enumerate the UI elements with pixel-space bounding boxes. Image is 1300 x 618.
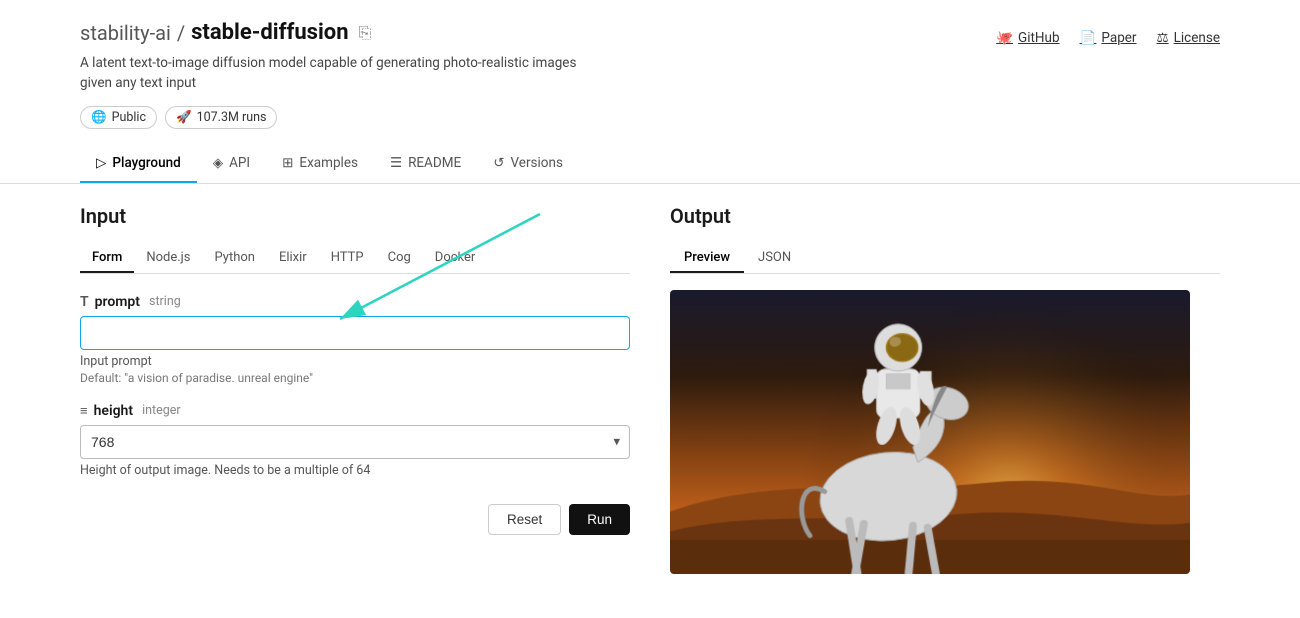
paper-icon: 📄 — [1080, 30, 1097, 46]
github-link[interactable]: 🐙 GitHub — [996, 30, 1059, 46]
output-tab-preview[interactable]: Preview — [670, 244, 744, 273]
versions-icon: ↺ — [493, 155, 504, 171]
runs-icon: 🚀 — [176, 110, 192, 125]
output-tabs: Preview JSON — [670, 244, 1220, 274]
prompt-field-type: string — [149, 294, 181, 309]
github-icon: 🐙 — [996, 30, 1013, 46]
code-tabs: Form Node.js Python Elixir HTTP Cog Dock… — [80, 244, 630, 274]
repo-slash: / — [177, 21, 185, 45]
output-title: Output — [670, 204, 1220, 228]
tab-api[interactable]: ◈ API — [197, 145, 266, 183]
tab-readme[interactable]: ☰ README — [374, 145, 477, 183]
code-tab-docker[interactable]: Docker — [423, 244, 488, 273]
code-tab-cog[interactable]: Cog — [376, 244, 423, 273]
license-link[interactable]: ⚖ License — [1157, 30, 1220, 46]
badge-public-label: Public — [112, 110, 146, 125]
examples-icon: ⊞ — [282, 155, 293, 171]
height-select[interactable]: 512 640 704 768 832 896 960 1024 — [80, 425, 630, 459]
code-tab-nodejs[interactable]: Node.js — [134, 244, 202, 273]
main-content: Input Form Node.js Python Elixir HTTP Co… — [0, 204, 1300, 575]
tab-examples[interactable]: ⊞ Examples — [266, 145, 374, 183]
playground-icon: ▷ — [96, 155, 106, 171]
repo-org: stability-ai — [80, 21, 171, 45]
height-field: ≡ height integer 512 640 704 768 832 896… — [80, 403, 630, 478]
height-type-icon: ≡ — [80, 403, 88, 419]
height-select-wrapper: 512 640 704 768 832 896 960 1024 ▾ — [80, 425, 630, 459]
header-links: 🐙 GitHub 📄 Paper ⚖ License — [996, 30, 1220, 46]
public-icon: 🌐 — [91, 110, 107, 125]
prompt-field-name: prompt — [95, 294, 140, 310]
output-canvas — [670, 290, 1190, 575]
prompt-input[interactable] — [80, 316, 630, 350]
reset-button[interactable]: Reset — [488, 504, 561, 535]
input-section: Input Form Node.js Python Elixir HTTP Co… — [80, 204, 630, 575]
badge-runs: 🚀 107.3M runs — [165, 106, 277, 129]
height-field-name: height — [94, 403, 133, 419]
code-tab-python[interactable]: Python — [203, 244, 267, 273]
badge-runs-label: 107.3M runs — [197, 110, 267, 125]
tab-versions[interactable]: ↺ Versions — [477, 145, 579, 183]
output-image-container — [670, 290, 1190, 575]
api-icon: ◈ — [213, 155, 223, 171]
input-title: Input — [80, 204, 630, 228]
paper-link[interactable]: 📄 Paper — [1080, 30, 1137, 46]
copy-icon[interactable]: ⎘ — [359, 23, 372, 43]
repo-name: stable-diffusion — [191, 20, 348, 45]
code-tab-http[interactable]: HTTP — [319, 244, 376, 273]
prompt-default: Default: "a vision of paradise. unreal e… — [80, 371, 630, 385]
output-tab-json[interactable]: JSON — [744, 244, 805, 273]
prompt-type-icon: T — [80, 294, 89, 310]
repo-description: A latent text-to-image diffusion model c… — [80, 53, 580, 94]
license-icon: ⚖ — [1157, 30, 1169, 46]
nav-tabs: ▷ Playground ◈ API ⊞ Examples ☰ README ↺… — [0, 145, 1300, 184]
run-button[interactable]: Run — [569, 504, 630, 535]
height-field-type: integer — [142, 403, 181, 418]
code-tab-form[interactable]: Form — [80, 244, 134, 273]
tab-playground[interactable]: ▷ Playground — [80, 145, 197, 183]
form-buttons: Reset Run — [80, 496, 630, 535]
prompt-field: T prompt string Input prompt Default: "a… — [80, 294, 630, 385]
output-section: Output Preview JSON — [670, 204, 1220, 575]
prompt-hint: Input prompt — [80, 354, 630, 369]
readme-icon: ☰ — [390, 155, 402, 171]
badge-public: 🌐 Public — [80, 106, 157, 129]
code-tab-elixir[interactable]: Elixir — [267, 244, 319, 273]
height-hint: Height of output image. Needs to be a mu… — [80, 463, 630, 478]
